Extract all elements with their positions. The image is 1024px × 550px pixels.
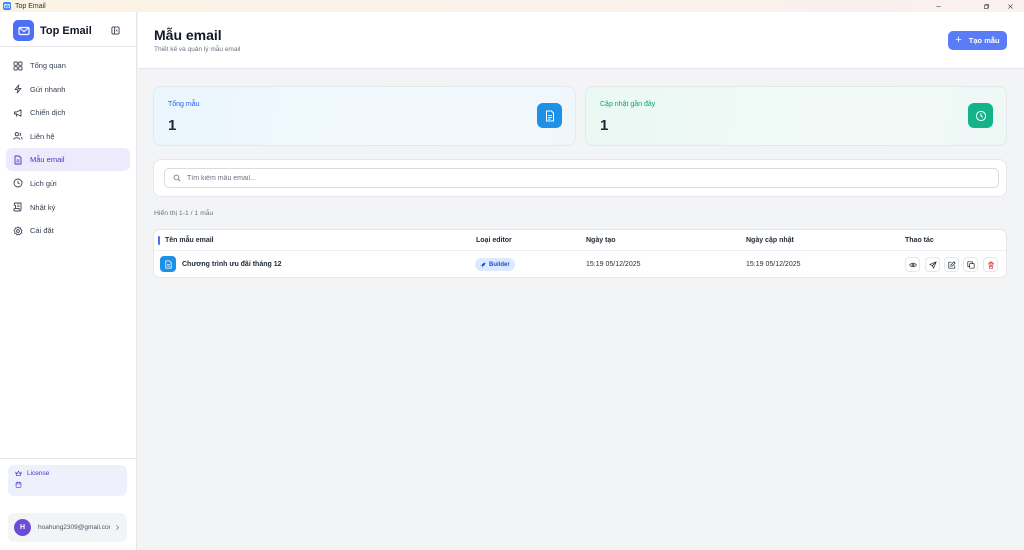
clock-icon <box>968 103 993 128</box>
create-template-button[interactable]: + Tạo mẫu <box>948 31 1007 50</box>
send-icon <box>928 260 937 269</box>
search-icon <box>173 174 181 182</box>
close-button[interactable] <box>998 0 1022 12</box>
document-icon <box>537 103 562 128</box>
sidebar-item-logs[interactable]: Nhật ký <box>6 196 130 219</box>
sidebar-item-label: Tổng quan <box>30 61 66 70</box>
sidebar: Top Email Tổng quan Gửi nhanh Chiến dịch… <box>0 12 137 550</box>
brand-name: Top Email <box>40 24 92 37</box>
column-header-updated[interactable]: Ngày cập nhật <box>746 237 794 244</box>
header-accent <box>158 236 160 245</box>
column-header-actions: Thao tác <box>905 237 934 244</box>
clock-icon <box>13 179 23 188</box>
sidebar-item-schedule[interactable]: Lịch gửi <box>6 172 130 195</box>
sidebar-item-label: Liên hệ <box>30 131 55 141</box>
license-card[interactable]: License <box>8 465 127 496</box>
search-box[interactable] <box>164 168 999 188</box>
table-header: Tên mẫu email Loại editor Ngày tạo Ngày … <box>154 230 1006 251</box>
crown-icon <box>15 470 22 476</box>
calendar-icon <box>15 481 22 488</box>
sidebar-item-overview[interactable]: Tổng quan <box>6 54 130 77</box>
mail-icon <box>13 20 34 41</box>
sidebar-item-label: Chiến dịch <box>30 108 66 118</box>
column-header-created[interactable]: Ngày tạo <box>586 237 616 244</box>
license-label: License <box>27 470 50 477</box>
sidebar-item-templates[interactable]: Mẫu email <box>6 148 130 172</box>
brand: Top Email <box>13 20 92 41</box>
chevron-right-icon <box>116 525 120 530</box>
duplicate-button[interactable] <box>963 257 978 272</box>
editor-badge-label: Builder <box>489 261 510 268</box>
eye-icon <box>908 262 917 267</box>
page-header: Mẫu email Thiết kế và quản lý mẫu email … <box>138 12 1024 69</box>
stat-label: Cập nhật gần đây <box>600 101 656 108</box>
window-title: Top Email <box>15 2 46 10</box>
updated-date: 15:19 05/12/2025 <box>746 261 801 268</box>
divider <box>0 46 137 47</box>
column-header-name[interactable]: Tên mẫu email <box>165 237 214 244</box>
sidebar-item-label: Lịch gửi <box>30 178 57 188</box>
megaphone-icon <box>14 109 22 117</box>
sidebar-item-label: Gửi nhanh <box>30 84 66 94</box>
sidebar-collapse-icon[interactable] <box>110 25 120 35</box>
user-email: hoahung2309@gmail.com <box>38 524 110 531</box>
user-profile[interactable]: H hoahung2309@gmail.com <box>8 513 127 542</box>
sidebar-item-contacts[interactable]: Liên hệ <box>6 125 130 148</box>
table-row[interactable]: Chương trình ưu đãi tháng 12 Builder 15:… <box>154 252 1006 277</box>
search-panel <box>153 159 1007 197</box>
sidebar-item-campaigns[interactable]: Chiến dịch <box>6 101 130 124</box>
delete-button[interactable] <box>983 257 998 272</box>
sidebar-item-quick-send[interactable]: Gửi nhanh <box>6 78 130 101</box>
stat-value: 1 <box>600 117 609 134</box>
stat-value: 1 <box>168 117 177 134</box>
sidebar-nav: Tổng quan Gửi nhanh Chiến dịch Liên hệ M… <box>6 54 130 243</box>
stat-label: Tổng mẫu <box>168 101 200 108</box>
sidebar-item-label: Cài đặt <box>30 226 54 236</box>
window-titlebar: Top Email <box>0 0 1024 12</box>
trash-icon <box>987 261 994 269</box>
file-icon <box>14 155 22 165</box>
minimize-button[interactable] <box>926 0 950 12</box>
template-name[interactable]: Chương trình ưu đãi tháng 12 <box>182 261 282 268</box>
sidebar-item-label: Nhật ký <box>30 202 56 212</box>
sidebar-item-label: Mẫu email <box>30 155 65 165</box>
rocket-icon <box>480 262 486 267</box>
editor-badge: Builder <box>475 258 515 271</box>
app-icon <box>3 2 11 10</box>
stat-card-recent: Cập nhật gần đây 1 <box>585 86 1007 146</box>
scroll-icon <box>13 202 22 212</box>
created-date: 15:19 05/12/2025 <box>586 261 641 268</box>
column-header-editor[interactable]: Loại editor <box>476 237 512 244</box>
dashboard-icon <box>13 61 23 70</box>
create-template-label: Tạo mẫu <box>968 36 1000 45</box>
preview-button[interactable] <box>905 257 920 272</box>
zap-icon <box>14 84 22 94</box>
divider <box>0 458 137 459</box>
templates-table: Tên mẫu email Loại editor Ngày tạo Ngày … <box>153 229 1007 278</box>
page-subtitle: Thiết kế và quản lý mẫu email <box>154 46 241 53</box>
avatar: H <box>14 519 31 536</box>
copy-icon <box>966 260 975 269</box>
document-icon <box>160 256 176 272</box>
users-icon <box>13 132 23 140</box>
page-title: Mẫu email <box>154 27 222 43</box>
send-button[interactable] <box>925 257 940 272</box>
search-input[interactable] <box>187 174 967 182</box>
edit-button[interactable] <box>944 257 959 272</box>
edit-icon <box>947 260 956 269</box>
restore-button[interactable] <box>974 0 998 12</box>
plus-icon: + <box>955 34 962 46</box>
sidebar-item-settings[interactable]: Cài đặt <box>6 219 130 242</box>
settings-icon <box>13 226 23 235</box>
stat-card-total: Tổng mẫu 1 <box>153 86 576 146</box>
pagination-info: Hiển thị 1-1 / 1 mẫu <box>154 210 214 217</box>
